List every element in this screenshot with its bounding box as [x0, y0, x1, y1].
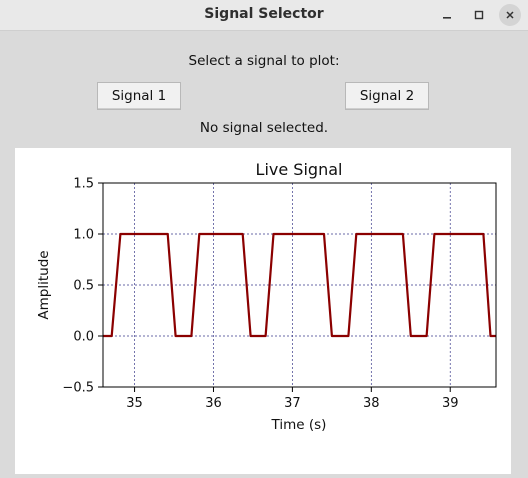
y-tick-label: −0.5: [62, 381, 94, 396]
status-label: No signal selected.: [199, 120, 329, 136]
app-window: Signal Selector Select a signal to plot:…: [0, 0, 528, 474]
y-tick-label: 1.0: [73, 228, 94, 243]
x-tick-label: 38: [363, 396, 380, 411]
maximize-button[interactable]: [468, 4, 490, 26]
y-tick-label: 1.5: [73, 177, 94, 192]
live-signal-chart: Live Signal Time (s) Amplitude 35 36 37 38 3…: [36, 160, 497, 433]
plot-panel: Live Signal Time (s) Amplitude 35 36 37 38 3…: [15, 148, 511, 474]
signal-1-button[interactable]: Signal 1: [97, 82, 181, 110]
close-icon: [506, 11, 514, 19]
y-tick-label: 0.0: [73, 330, 94, 345]
title-bar[interactable]: Signal Selector: [0, 0, 528, 31]
minimize-icon: [443, 17, 451, 19]
maximize-icon: [474, 10, 484, 20]
x-tick-label: 35: [126, 396, 143, 411]
x-axis-label: Time (s): [271, 417, 327, 433]
x-tick-label: 37: [284, 396, 301, 411]
prompt-label: Select a signal to plot:: [188, 53, 340, 69]
x-tick-label: 36: [205, 396, 222, 411]
y-tick-label: 0.5: [73, 279, 94, 294]
close-button[interactable]: [499, 4, 521, 26]
chart-title: Live Signal: [256, 160, 343, 179]
x-tick-label: 39: [442, 396, 459, 411]
signal-2-button[interactable]: Signal 2: [345, 82, 429, 110]
minimize-button[interactable]: [436, 4, 458, 26]
main-content: Select a signal to plot: Signal 1 Signal…: [0, 31, 528, 474]
y-axis-label: Amplitude: [36, 250, 52, 319]
